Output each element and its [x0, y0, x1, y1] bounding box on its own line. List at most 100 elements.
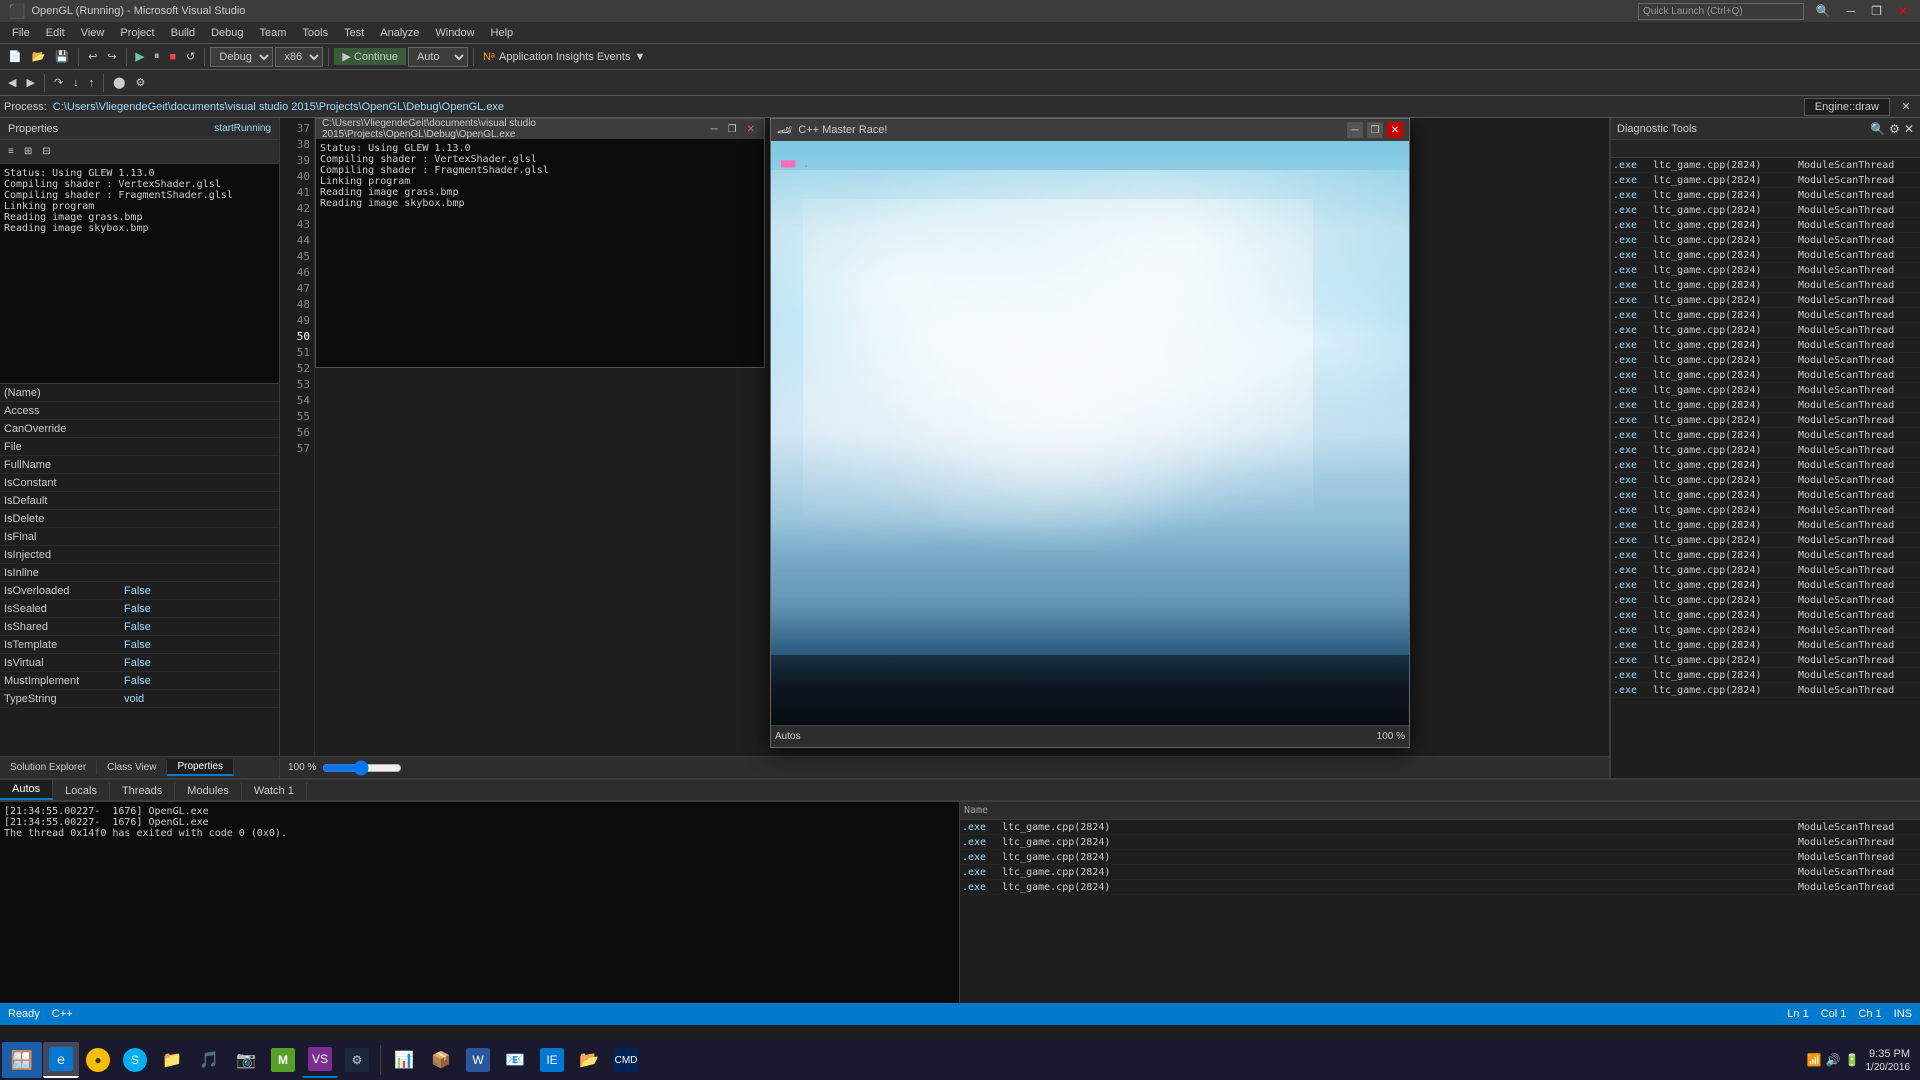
clock-display[interactable]: 9:35 PM 1/20/2016	[1866, 1047, 1911, 1074]
tab-properties[interactable]: Properties	[167, 759, 234, 776]
diag-settings-icon[interactable]: ⚙	[1889, 122, 1900, 136]
minimize-button[interactable]: ─	[1843, 4, 1860, 18]
menu-analyze[interactable]: Analyze	[372, 25, 427, 41]
menu-debug[interactable]: Debug	[203, 25, 251, 41]
prop-filter-btn[interactable]: ⊞	[20, 144, 36, 159]
ground-silhouette	[771, 655, 1409, 725]
restore-button[interactable]: ❐	[1867, 4, 1886, 18]
game-close-btn[interactable]: ✕	[1387, 122, 1403, 138]
menu-view[interactable]: View	[73, 25, 113, 41]
diag-search-icon[interactable]: 🔍	[1870, 122, 1885, 136]
tab-watch1[interactable]: Watch 1	[242, 782, 307, 800]
tab-modules[interactable]: Modules	[175, 782, 242, 800]
undo-button[interactable]: ↩	[84, 48, 101, 65]
save-button[interactable]: 💾	[51, 48, 73, 65]
ie-icon: IE	[540, 1048, 564, 1072]
prop-sort-btn[interactable]: ≡	[4, 144, 18, 159]
start-button[interactable]: 🪟	[2, 1042, 42, 1078]
taskbar-app2[interactable]: 📦	[423, 1042, 459, 1078]
start-running-label: startRunning	[214, 123, 271, 134]
menu-team[interactable]: Team	[252, 25, 295, 41]
tb2-step-over[interactable]: ↷	[50, 74, 67, 91]
engine-close-btn[interactable]: ✕	[1896, 100, 1916, 113]
camera-icon: 📷	[234, 1048, 258, 1072]
game-restore-btn[interactable]: ❐	[1367, 122, 1383, 138]
tb2-forward[interactable]: ▶	[22, 74, 38, 91]
taskbar-vs[interactable]: VS	[302, 1042, 338, 1078]
toolbar-sep-5	[473, 48, 474, 66]
prop-row-istemplate: IsTemplate False	[0, 636, 279, 654]
taskbar-skype[interactable]: S	[117, 1042, 153, 1078]
volume-icon[interactable]: 🔊	[1826, 1053, 1841, 1067]
menu-test[interactable]: Test	[336, 25, 372, 41]
tb2-step-into[interactable]: ↓	[69, 75, 83, 91]
taskbar-minecraft[interactable]: M	[265, 1042, 301, 1078]
tb2-back[interactable]: ◀	[4, 74, 20, 91]
taskbar-app1[interactable]: 📊	[386, 1042, 422, 1078]
prop-row-typestring: TypeString void	[0, 690, 279, 708]
new-file-button[interactable]: 📄	[4, 48, 26, 65]
open-file-button[interactable]: 📂	[28, 48, 50, 65]
engine-draw-tab[interactable]: Engine::draw	[1804, 98, 1890, 116]
taskbar-edge[interactable]: e	[43, 1042, 79, 1078]
menu-file[interactable]: File	[4, 25, 38, 41]
line-49: 49	[280, 312, 314, 328]
menu-tools[interactable]: Tools	[294, 25, 336, 41]
prop-group-btn[interactable]: ⊟	[38, 144, 54, 159]
tb2-breakpoint[interactable]: ⬤	[109, 74, 129, 91]
continue-button[interactable]: ▶ Continue	[334, 48, 406, 65]
diag-row-19: .exe ltc_game.cpp(2824) ModuleScanThread	[1611, 428, 1920, 443]
tab-locals[interactable]: Locals	[53, 782, 110, 800]
menu-edit[interactable]: Edit	[38, 25, 73, 41]
line-42: 42	[280, 200, 314, 216]
network-icon[interactable]: 📶	[1807, 1053, 1822, 1067]
menu-window[interactable]: Window	[427, 25, 482, 41]
quick-launch-input[interactable]: Quick Launch (Ctrl+Q)	[1638, 3, 1804, 20]
taskbar-files2[interactable]: 📂	[571, 1042, 607, 1078]
menu-help[interactable]: Help	[483, 25, 522, 41]
autos-tab-btn[interactable]: Autos	[775, 731, 801, 742]
pause-button[interactable]: ⏸	[150, 48, 164, 65]
status-col: Col 1	[1821, 1008, 1847, 1020]
tb2-settings[interactable]: ⚙	[131, 74, 149, 91]
close-button[interactable]: ✕	[1894, 4, 1912, 18]
game-minimize-btn[interactable]: ─	[1347, 122, 1363, 138]
taskbar-word[interactable]: W	[460, 1042, 496, 1078]
diag-close-icon[interactable]: ✕	[1904, 122, 1914, 136]
diag-row-9: .exe ltc_game.cpp(2824) ModuleScanThread	[1611, 278, 1920, 293]
redo-button[interactable]: ↪	[103, 48, 120, 65]
tb2-step-out[interactable]: ↑	[85, 75, 99, 91]
platform-dropdown[interactable]: x86	[275, 47, 323, 67]
restart-button[interactable]: ↺	[182, 48, 199, 65]
tab-autos[interactable]: Autos	[0, 780, 53, 800]
opengl-restore-btn[interactable]: ❐	[725, 124, 740, 135]
debug-mode-dropdown[interactable]: Debug	[210, 47, 273, 67]
menu-project[interactable]: Project	[112, 25, 162, 41]
bottom-section: Autos Locals Threads Modules Watch 1 [21…	[0, 778, 1920, 1003]
taskbar-steam[interactable]: ⚙	[339, 1042, 375, 1078]
out-diag-row-2: .exe ltc_game.cpp(2824) ModuleScanThread	[960, 835, 1920, 850]
tab-threads[interactable]: Threads	[110, 782, 175, 800]
opengl-minimize-btn[interactable]: ─	[708, 124, 721, 135]
battery-icon[interactable]: 🔋	[1845, 1053, 1860, 1067]
taskbar-media[interactable]: 🎵	[191, 1042, 227, 1078]
game-window-titlebar[interactable]: 🏎 C++ Master Race! ─ ❐ ✕	[771, 119, 1409, 141]
continue-dropdown[interactable]: Auto	[408, 47, 468, 67]
app-insights-button[interactable]: Nᵃ Application Insights Events ▼	[479, 49, 649, 65]
tab-class-view[interactable]: Class View	[97, 760, 167, 775]
taskbar-terminal[interactable]: CMD	[608, 1042, 644, 1078]
taskbar-camera[interactable]: 📷	[228, 1042, 264, 1078]
tab-solution-explorer[interactable]: Solution Explorer	[0, 760, 97, 775]
line-48: 48	[280, 296, 314, 312]
menu-build[interactable]: Build	[163, 25, 203, 41]
taskbar-explorer[interactable]: 📁	[154, 1042, 190, 1078]
diag-row-30: .exe ltc_game.cpp(2824) ModuleScanThread	[1611, 593, 1920, 608]
taskbar-mail[interactable]: 📧	[497, 1042, 533, 1078]
taskbar-chrome[interactable]: ●	[80, 1042, 116, 1078]
stop-button[interactable]: ■	[166, 49, 181, 65]
media-icon: 🎵	[197, 1048, 221, 1072]
start-debug-button[interactable]: ▶	[132, 48, 148, 65]
taskbar-ie[interactable]: IE	[534, 1042, 570, 1078]
zoom-slider[interactable]	[322, 762, 402, 774]
opengl-close-btn[interactable]: ✕	[744, 124, 758, 135]
